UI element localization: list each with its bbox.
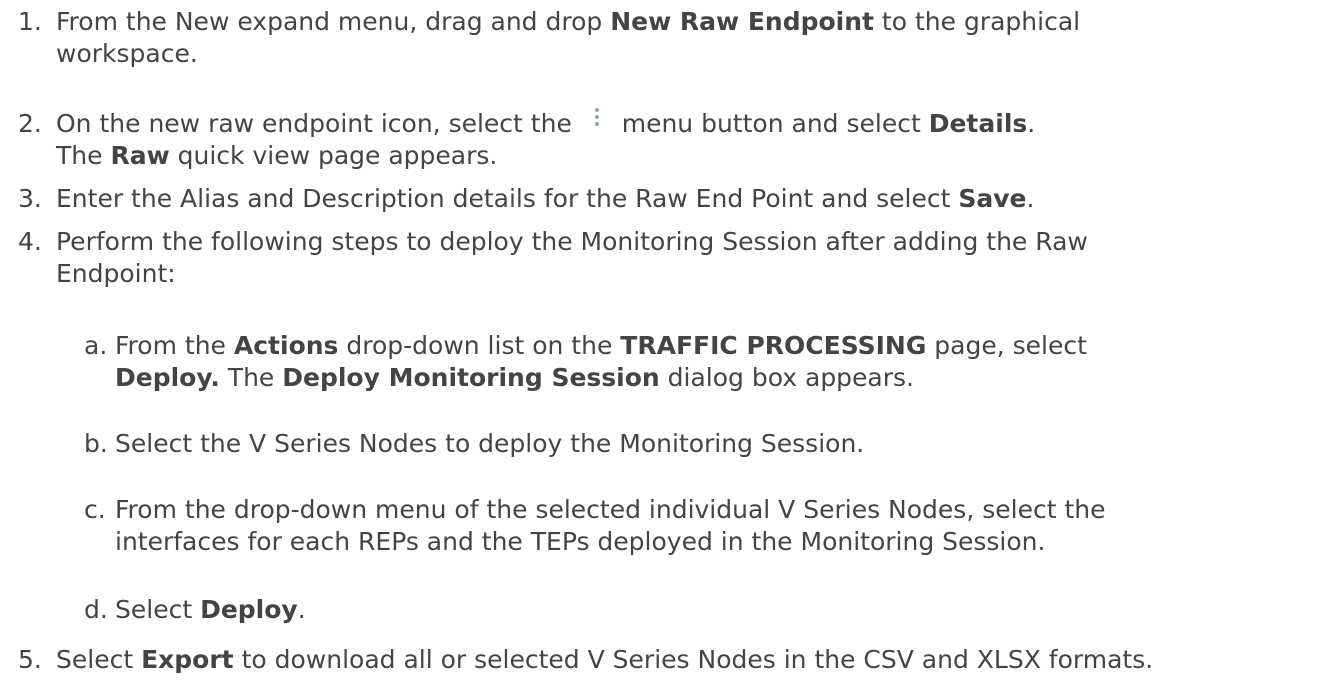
new-raw-endpoint-label: New Raw Endpoint (610, 7, 874, 36)
step-number: 1. (18, 7, 42, 36)
step-text-segment: quick view page appears. (169, 141, 498, 170)
step-text: Select Export to download all or selecte… (56, 644, 1321, 676)
save-label: Save (958, 184, 1027, 213)
step-number: 4. (18, 227, 42, 256)
kebab-menu-icon (580, 108, 614, 140)
substep-text: From the Actions drop-down list on the T… (115, 330, 1321, 394)
step-text-segment: interfaces for each REPs and the TEPs de… (115, 527, 1046, 556)
step-text-segment: to download all or selected V Series Nod… (233, 645, 1154, 674)
substep-text: From the drop-down menu of the selected … (115, 494, 1321, 558)
substep-text: Select Deploy. (115, 594, 1321, 626)
step-text-segment: Endpoint: (56, 259, 176, 288)
step-text-segment: menu button and select (613, 109, 929, 138)
step-text: From the New expand menu, drag and drop … (56, 6, 1321, 70)
step-text-segment: . (1027, 109, 1036, 138)
deploy-label: Deploy (200, 595, 298, 624)
actions-label: Actions (233, 331, 339, 360)
step-text-segment: . (297, 595, 306, 624)
export-label: Export (141, 645, 234, 674)
step-text-segment: On the new raw endpoint icon, select the (56, 109, 580, 138)
raw-label: Raw (110, 141, 170, 170)
step-text-segment: to the graphical (873, 7, 1081, 36)
step-text: Perform the following steps to deploy th… (56, 226, 1321, 290)
step-number: 3. (18, 184, 42, 213)
substep-text: Select the V Series Nodes to deploy the … (115, 428, 1321, 460)
deploy-label: Deploy. (115, 363, 220, 392)
step-text-segment: Perform the following steps to deploy th… (56, 227, 1088, 256)
step-text-segment: page, select (926, 331, 1087, 360)
step-text-segment: workspace. (56, 39, 198, 68)
step-text-segment: Select the V Series Nodes to deploy the … (115, 429, 865, 458)
step-text-segment: From the New expand menu, drag and drop (56, 7, 611, 36)
step-text-segment: From the (115, 331, 234, 360)
step-text-segment: Select (115, 595, 201, 624)
details-label: Details (928, 109, 1028, 138)
step-number: 5. (18, 645, 42, 674)
step-text: Enter the Alias and Description details … (56, 183, 1321, 215)
step-text-segment: . (1026, 184, 1035, 213)
step-text-segment: dialog box appears. (659, 363, 915, 392)
traffic-processing-label: TRAFFIC PROCESSING (620, 331, 927, 360)
step-number: 2. (18, 109, 42, 138)
step-text-segment: The (56, 141, 111, 170)
step-text-segment: Enter the Alias and Description details … (56, 184, 959, 213)
step-text-segment: Select (56, 645, 142, 674)
step-text: On the new raw endpoint icon, select the… (56, 108, 1321, 172)
procedure-document: 1. From the New expand menu, drag and dr… (0, 0, 1331, 689)
step-text-segment: From the drop-down menu of the selected … (115, 495, 1106, 524)
step-text-segment: drop-down list on the (338, 331, 621, 360)
deploy-monitoring-session-label: Deploy Monitoring Session (282, 363, 660, 392)
step-text-segment: The (219, 363, 283, 392)
